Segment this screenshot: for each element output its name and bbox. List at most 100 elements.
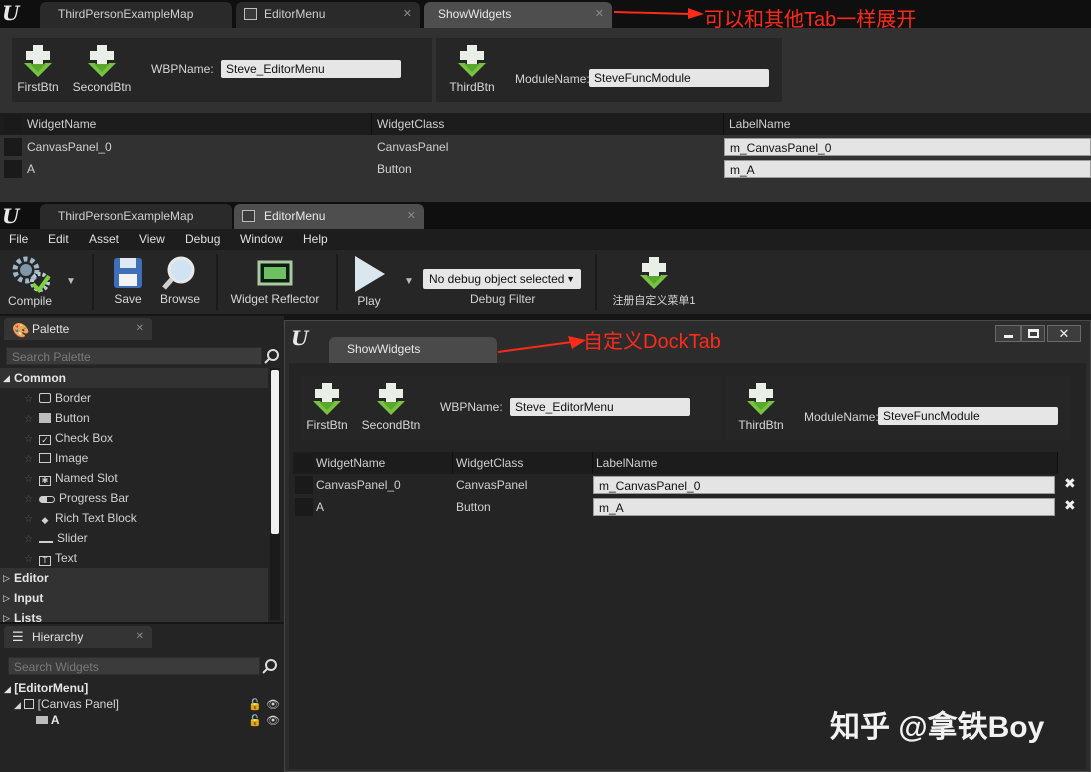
tab-editor-menu[interactable]: EditorMenu ✕ — [234, 204, 424, 230]
tab-show-widgets[interactable]: ShowWidgets — [329, 337, 497, 363]
favorite-star-icon[interactable]: ☆ — [24, 454, 33, 465]
close-icon[interactable]: ✕ — [407, 204, 416, 228]
row-handle[interactable] — [4, 138, 22, 156]
palette-category-lists[interactable]: ▷ Lists — [0, 608, 268, 622]
wbp-name-field[interactable]: Steve_EditorMenu — [510, 398, 690, 416]
browse-button[interactable]: Browse — [156, 254, 204, 306]
tab-show-widgets[interactable]: ShowWidgets ✕ — [424, 2, 612, 28]
row-handle[interactable] — [295, 498, 313, 516]
row-handle[interactable] — [4, 160, 22, 178]
palette-tab[interactable]: 🎨 Palette ✕ — [4, 318, 152, 340]
palette-item-button[interactable]: ☆ Button — [24, 408, 90, 428]
menu-debug[interactable]: Debug — [185, 232, 220, 246]
first-button[interactable]: FirstBtn — [305, 382, 349, 432]
tab-third-person-map[interactable]: ThirdPersonExampleMap — [40, 204, 232, 230]
palette-item-progress-bar[interactable]: ☆ Progress Bar — [24, 488, 129, 508]
hierarchy-tab[interactable]: ☰ Hierarchy ✕ — [4, 626, 152, 648]
palette-item-rich-text-block[interactable]: ☆ ◆ Rich Text Block — [24, 508, 137, 528]
visibility-eye-icon[interactable]: 👁 — [266, 714, 280, 727]
compile-options-chevron-icon[interactable]: ▼ — [66, 276, 76, 287]
custom-menu-button[interactable]: 注册自定义菜单1 — [604, 256, 704, 308]
menu-help[interactable]: Help — [303, 232, 328, 246]
debug-object-select[interactable]: No debug object selected ▼ — [423, 269, 581, 289]
palette-item-border[interactable]: ☆ Border — [24, 388, 91, 408]
menu-window[interactable]: Window — [240, 232, 283, 246]
visibility-eye-icon[interactable]: 👁 — [266, 698, 280, 711]
menu-edit[interactable]: Edit — [48, 232, 69, 246]
compile-gear-icon — [12, 256, 51, 294]
compile-button[interactable]: Compile — [4, 254, 56, 308]
first-button[interactable]: FirstBtn — [16, 44, 60, 94]
palette-item-slider[interactable]: ☆ Slider — [24, 528, 88, 548]
column-label-name[interactable]: LabelName — [593, 452, 1058, 474]
column-widget-name[interactable]: WidgetName — [313, 452, 453, 474]
hierarchy-root-item[interactable]: ◢ [EditorMenu] — [4, 681, 88, 695]
third-button[interactable]: ThirdBtn — [444, 44, 500, 94]
label-name-input[interactable]: m_A — [724, 160, 1091, 178]
save-button[interactable]: Save — [106, 254, 150, 306]
unreal-logo-icon: U — [291, 326, 309, 350]
favorite-star-icon[interactable]: ☆ — [24, 514, 33, 525]
row-handle[interactable] — [295, 476, 313, 494]
close-icon[interactable]: ✕ — [136, 626, 144, 648]
tab-editor-menu[interactable]: EditorMenu ✕ — [236, 2, 420, 28]
text-widget-icon: T — [38, 556, 51, 566]
palette-category-common[interactable]: ◢ Common — [0, 368, 268, 388]
remove-row-icon[interactable]: ✖ — [1064, 475, 1076, 492]
palette-item-named-slot[interactable]: ☆ ✱ Named Slot — [24, 468, 118, 488]
row-handle[interactable] — [4, 115, 22, 133]
palette-item-check-box[interactable]: ☆ ✓ Check Box — [24, 428, 113, 448]
palette-category-editor[interactable]: ▷ Editor — [0, 568, 268, 588]
row-handle[interactable] — [295, 454, 313, 472]
palette-item-text[interactable]: ☆ T Text — [24, 548, 77, 568]
annotation-custom-docktab: 自定义DockTab — [583, 331, 721, 353]
hierarchy-search-input[interactable]: Search Widgets — [8, 657, 260, 675]
menu-view[interactable]: View — [139, 232, 165, 246]
close-icon[interactable]: ✕ — [595, 2, 604, 26]
second-button[interactable]: SecondBtn — [70, 44, 134, 94]
label-name-input[interactable]: m_A — [593, 498, 1055, 516]
close-window-button[interactable]: ✕ — [1047, 325, 1081, 342]
favorite-star-icon[interactable]: ☆ — [24, 394, 33, 405]
play-options-chevron-icon[interactable]: ▼ — [404, 276, 414, 287]
dock-button-group: FirstBtn SecondBtn WBPName: Steve_Editor… — [301, 376, 721, 440]
close-icon[interactable]: ✕ — [403, 2, 412, 26]
module-name-field[interactable]: SteveFuncModule — [878, 407, 1058, 425]
label-name-input[interactable]: m_CanvasPanel_0 — [724, 138, 1091, 156]
play-button[interactable]: Play — [346, 254, 392, 308]
hierarchy-canvas-panel-item[interactable]: ◢ [Canvas Panel] — [14, 697, 119, 711]
lock-icon[interactable]: 🔓 — [248, 698, 262, 711]
palette-scrollbar-track[interactable] — [270, 368, 280, 620]
search-icon — [262, 659, 277, 674]
remove-row-icon[interactable]: ✖ — [1064, 497, 1076, 514]
close-icon[interactable]: ✕ — [136, 318, 144, 340]
column-widget-class[interactable]: WidgetClass — [372, 113, 724, 135]
second-button[interactable]: SecondBtn — [359, 382, 423, 432]
favorite-star-icon[interactable]: ☆ — [24, 534, 33, 545]
favorite-star-icon[interactable]: ☆ — [24, 494, 33, 505]
palette-scrollbar-thumb[interactable] — [271, 370, 279, 534]
column-label-name[interactable]: LabelName — [724, 113, 1091, 135]
menu-asset[interactable]: Asset — [89, 232, 119, 246]
chevron-down-icon: ◢ — [3, 373, 10, 383]
column-widget-class[interactable]: WidgetClass — [453, 452, 593, 474]
column-widget-name[interactable]: WidgetName — [22, 113, 372, 135]
menu-file[interactable]: File — [9, 232, 28, 246]
palette-item-image[interactable]: ☆ Image — [24, 448, 88, 468]
widget-reflector-button[interactable]: Widget Reflector — [228, 254, 322, 306]
palette-search-input[interactable]: Search Palette — [6, 347, 262, 365]
favorite-star-icon[interactable]: ☆ — [24, 414, 33, 425]
third-button[interactable]: ThirdBtn — [733, 382, 789, 432]
tab-third-person-map[interactable]: ThirdPersonExampleMap — [40, 2, 232, 28]
minimize-button[interactable] — [995, 325, 1021, 342]
favorite-star-icon[interactable]: ☆ — [24, 554, 33, 565]
lock-icon[interactable]: 🔓 — [248, 714, 262, 727]
hierarchy-button-a-item[interactable]: A — [36, 713, 60, 727]
favorite-star-icon[interactable]: ☆ — [24, 474, 33, 485]
module-name-field[interactable]: SteveFuncModule — [589, 69, 769, 87]
wbp-name-field[interactable]: Steve_EditorMenu — [221, 60, 401, 78]
label-name-input[interactable]: m_CanvasPanel_0 — [593, 476, 1055, 494]
palette-category-input[interactable]: ▷ Input — [0, 588, 268, 608]
favorite-star-icon[interactable]: ☆ — [24, 434, 33, 445]
maximize-button[interactable] — [1021, 325, 1045, 342]
